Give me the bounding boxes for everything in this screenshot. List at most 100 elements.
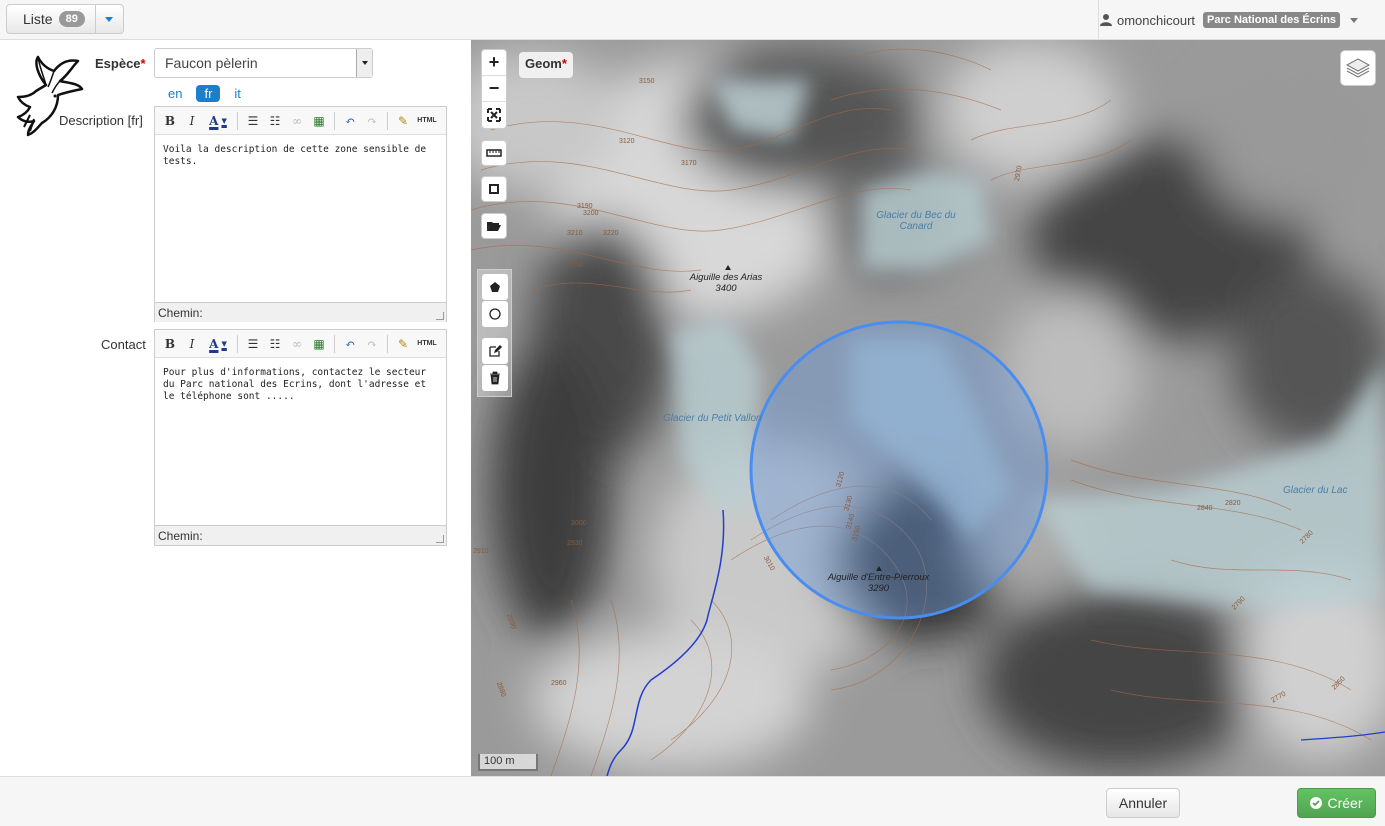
draw-toolbar xyxy=(477,269,512,397)
contour-label: 3150 xyxy=(639,78,655,85)
espece-selected-value: Faucon pèlerin xyxy=(165,55,258,71)
layers-icon xyxy=(1345,58,1371,78)
contour-label: 2910 xyxy=(473,548,489,555)
font-color-icon[interactable]: A ▼ xyxy=(205,112,231,130)
clean-format-icon[interactable]: ✎ xyxy=(394,112,412,130)
html-source-icon[interactable]: HTML xyxy=(416,335,438,353)
cancel-button[interactable]: Annuler xyxy=(1106,788,1180,818)
contact-editor: B I A ▼ ☰ ☷ ∞ ▦ ↶ ↷ ✎ HTML Pour plus d'in… xyxy=(154,329,447,546)
description-editor: B I A ▼ ☰ ☷ ∞ ▦ ↶ ↷ ✎ HTML Voila la descr… xyxy=(154,106,447,322)
create-button[interactable]: Créer xyxy=(1297,788,1376,818)
description-label: Description [fr] xyxy=(59,113,143,128)
link-icon[interactable]: ∞ xyxy=(288,112,306,130)
description-content[interactable]: Voila la description de cette zone sensi… xyxy=(155,135,446,302)
undo-icon[interactable]: ↶ xyxy=(341,112,359,130)
contour-label: 2820 xyxy=(1225,500,1241,507)
link-icon[interactable]: ∞ xyxy=(288,335,306,353)
map-view[interactable]: Aiguille des Arias 3400 Aiguille d'Entre… xyxy=(471,40,1385,776)
media-icon[interactable]: ▦ xyxy=(310,335,328,353)
numbered-list-icon[interactable]: ☷ xyxy=(266,112,284,130)
username: omonchicourt xyxy=(1117,12,1196,28)
chevron-down-icon xyxy=(1350,17,1359,23)
contact-content[interactable]: Pour plus d'informations, contactez le s… xyxy=(155,358,446,525)
geom-field-label: Geom* xyxy=(519,52,573,78)
tab-lang-it[interactable]: it xyxy=(226,85,249,102)
liste-label: Liste xyxy=(23,11,53,27)
structure-badge: Parc National des Écrins xyxy=(1203,12,1341,28)
map-terrain xyxy=(471,40,1385,776)
liste-button-group: Liste 89 xyxy=(6,4,124,34)
peak-label: Aiguille des Arias 3400 xyxy=(689,272,763,294)
glacier-label: Glacier du Petit Vallon xyxy=(663,413,762,424)
trash-icon xyxy=(490,371,500,385)
media-icon[interactable]: ▦ xyxy=(310,112,328,130)
square-icon xyxy=(489,184,499,194)
bullet-list-icon[interactable]: ☰ xyxy=(244,335,262,353)
bold-icon[interactable]: B xyxy=(161,335,179,353)
contour-label: 3190 xyxy=(577,203,593,210)
redo-icon[interactable]: ↷ xyxy=(363,335,381,353)
contour-label: 3170 xyxy=(681,160,697,167)
fullscreen-icon xyxy=(487,108,501,122)
draw-circle-button[interactable] xyxy=(482,301,508,327)
italic-icon[interactable]: I xyxy=(183,335,201,353)
contour-label: 3210 xyxy=(567,230,583,237)
user-menu[interactable]: omonchicourt Parc National des Écrins xyxy=(1098,0,1385,40)
editor-toolbar: B I A ▼ ☰ ☷ ∞ ▦ ↶ ↷ ✎ HTML xyxy=(155,330,446,358)
numbered-list-icon[interactable]: ☷ xyxy=(266,335,284,353)
chevron-down-icon xyxy=(356,49,372,77)
html-source-icon[interactable]: HTML xyxy=(416,112,438,130)
font-color-icon[interactable]: A ▼ xyxy=(205,335,231,353)
path-label: Chemin: xyxy=(158,529,203,543)
contour-label: 2930 xyxy=(567,540,583,547)
top-bar: Liste 89 omonchicourt Parc National des … xyxy=(0,0,1385,40)
edit-layers-button[interactable] xyxy=(482,338,508,364)
draw-polygon-button[interactable] xyxy=(482,274,508,300)
editor-toolbar: B I A ▼ ☰ ☷ ∞ ▦ ↶ ↷ ✎ HTML xyxy=(155,107,446,135)
polygon-icon xyxy=(490,282,500,292)
liste-button[interactable]: Liste 89 xyxy=(6,4,96,34)
tab-lang-fr[interactable]: fr xyxy=(196,85,221,102)
peak-label: Aiguille d'Entre-Pierroux 3290 xyxy=(827,572,930,594)
chevron-down-icon xyxy=(105,16,114,22)
zoom-in-button[interactable]: + xyxy=(482,50,506,76)
contour-label: 3220 xyxy=(603,230,619,237)
layer-switcher-button[interactable] xyxy=(1340,50,1376,86)
espece-select[interactable]: Faucon pèlerin xyxy=(154,48,373,78)
undo-icon[interactable]: ↶ xyxy=(341,335,359,353)
bullet-list-icon[interactable]: ☰ xyxy=(244,112,262,130)
scale-bar: 100 m xyxy=(478,754,538,771)
contact-label: Contact xyxy=(101,337,146,352)
resize-handle[interactable] xyxy=(436,312,444,320)
extent-button[interactable] xyxy=(481,176,507,202)
circle-icon xyxy=(489,308,501,320)
tab-lang-en[interactable]: en xyxy=(160,85,190,102)
bold-icon[interactable]: B xyxy=(161,112,179,130)
path-label: Chemin: xyxy=(158,306,203,320)
user-icon xyxy=(1100,14,1112,26)
clean-format-icon[interactable]: ✎ xyxy=(394,335,412,353)
fullscreen-button[interactable] xyxy=(482,102,506,128)
form-footer: Annuler Créer xyxy=(0,776,1385,826)
delete-layers-button[interactable] xyxy=(482,365,508,391)
zoom-out-button[interactable]: − xyxy=(482,76,506,102)
create-button-label: Créer xyxy=(1327,795,1363,811)
contour-label: 2960 xyxy=(551,680,567,687)
resize-handle[interactable] xyxy=(436,535,444,543)
language-tabs: en fr it xyxy=(160,85,249,102)
editor-path-bar: Chemin: xyxy=(155,525,446,545)
contour-label: 3000 xyxy=(571,520,587,527)
espece-label: Espèce* xyxy=(95,56,146,71)
italic-icon[interactable]: I xyxy=(183,112,201,130)
load-file-button[interactable] xyxy=(481,213,507,239)
contour-label: 3120 xyxy=(619,138,635,145)
glacier-label: Glacier du Lac xyxy=(1283,485,1348,496)
contour-label: 3200 xyxy=(583,210,599,217)
liste-dropdown-toggle[interactable] xyxy=(95,4,124,34)
redo-icon[interactable]: ↷ xyxy=(363,112,381,130)
required-mark: * xyxy=(140,56,146,71)
ruler-icon xyxy=(486,149,502,157)
zoom-control: + − xyxy=(481,49,507,129)
measure-button[interactable] xyxy=(481,140,507,166)
glacier-label: Glacier du Bec du Canard xyxy=(876,210,956,232)
